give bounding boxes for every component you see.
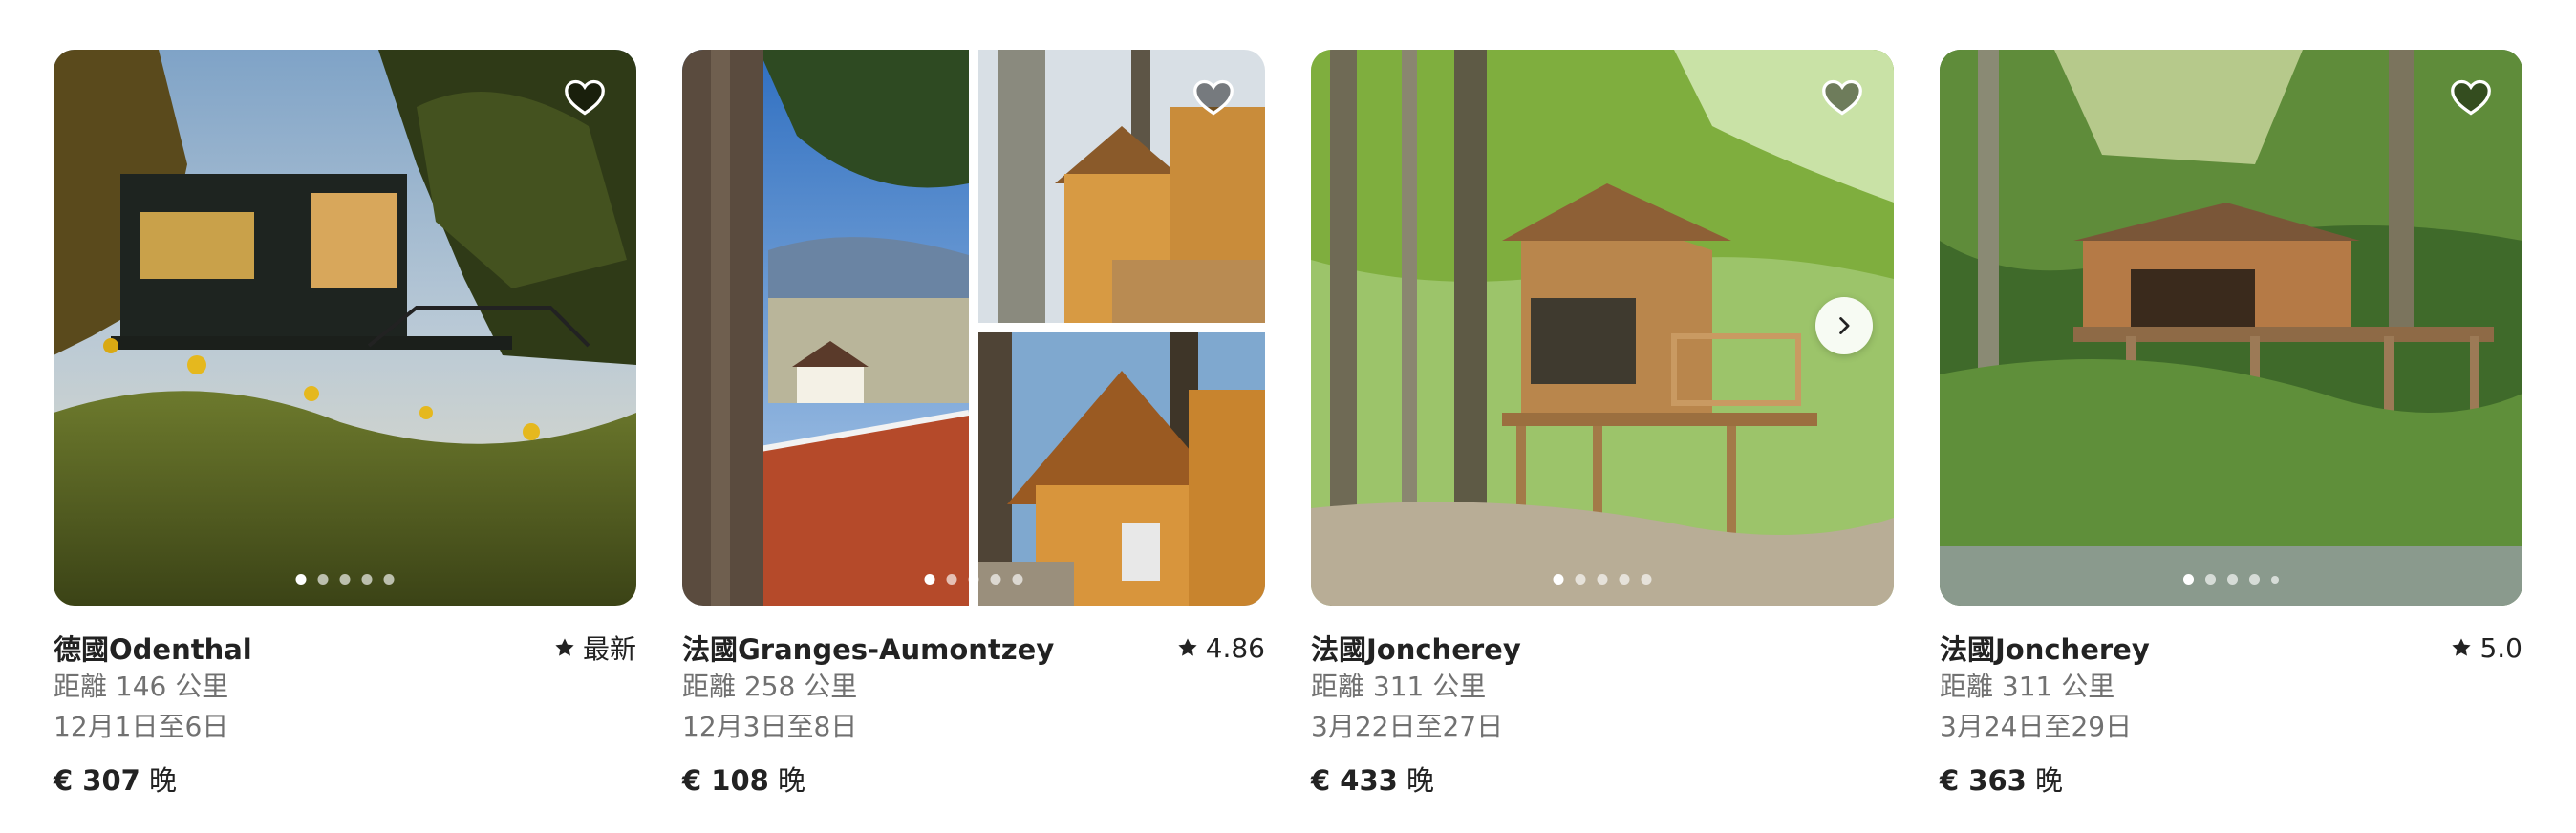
photo-tile [682,50,969,606]
photo-pagination [295,574,395,585]
pagination-dot[interactable] [946,574,957,585]
price-unit: 晚 [1406,764,1435,797]
pagination-dot[interactable] [295,574,307,585]
listing-price: € 433 晚 [1311,758,1894,799]
listing-photo[interactable] [54,50,636,606]
heart-outline-icon [565,79,605,116]
listing-dates: 12月1日至6日 [54,711,229,742]
pagination-dot[interactable] [1597,574,1608,585]
pagination-dot[interactable] [1619,574,1630,585]
pagination-dot[interactable] [361,574,373,585]
rating-value: 5.0 [2479,631,2522,664]
listing-title: 德國Odenthal [54,633,252,666]
listing-title: 法國Granges-Aumontzey [682,633,1055,666]
listing-rating: 5.0 [2451,632,2522,664]
listing-photo[interactable] [1940,50,2522,606]
listing-title: 法國Joncherey [1940,633,2150,666]
listing-card[interactable]: 法國Joncherey 5.0 距離 311 公里 3月24日至29日 € 36… [1940,50,2522,799]
listing-dates: 12月3日至8日 [682,711,858,742]
pagination-dot[interactable] [2205,574,2216,585]
price-amount: € 307 [54,764,140,797]
photo-pagination [924,574,1023,585]
listing-grid: 德國Odenthal 最新 距離 146 公里 12月1日至6日 € 307 晚 [0,0,2576,833]
listing-photo-carousel[interactable] [1311,50,1894,606]
pagination-dot[interactable] [1641,574,1652,585]
listing-photo-carousel[interactable] [54,50,636,606]
pagination-dot[interactable] [317,574,329,585]
photo-pagination [1553,574,1652,585]
star-icon [1178,638,1197,656]
listing-distance: 距離 311 公里 [1940,671,2115,702]
rating-value: 最新 [582,633,636,665]
listing-info: 法國Granges-Aumontzey 4.86 距離 258 公里 12月3日… [682,629,1265,799]
photo-pagination [2183,574,2279,585]
price-amount: € 363 [1940,764,2027,797]
favorite-button[interactable] [562,75,608,120]
pagination-dot[interactable] [968,574,979,585]
favorite-button[interactable] [1819,75,1865,120]
listing-photo-carousel[interactable] [1940,50,2522,606]
pagination-dot[interactable] [2227,574,2238,585]
listing-distance: 距離 146 公里 [54,671,229,702]
pagination-dot[interactable] [2183,574,2194,585]
listing-info: 德國Odenthal 最新 距離 146 公里 12月1日至6日 € 307 晚 [54,629,636,799]
photo-tile [978,332,1265,606]
pagination-dot[interactable] [1575,574,1586,585]
listing-dates: 3月22日至27日 [1311,711,1504,742]
listing-title: 法國Joncherey [1311,633,1521,666]
price-unit: 晚 [2035,764,2064,797]
pagination-dot[interactable] [990,574,1001,585]
price-unit: 晚 [778,764,806,797]
listing-price: € 363 晚 [1940,758,2522,799]
listing-rating: 4.86 [1177,632,1265,664]
star-icon [555,638,574,656]
pagination-dot[interactable] [383,574,395,585]
favorite-button[interactable] [2448,75,2494,120]
price-amount: € 433 [1311,764,1398,797]
pagination-dot[interactable] [924,574,935,585]
listing-card[interactable]: 法國Granges-Aumontzey 4.86 距離 258 公里 12月3日… [682,50,1265,799]
pagination-dot[interactable] [339,574,351,585]
next-photo-button[interactable] [1815,297,1873,354]
heart-outline-icon [1822,79,1862,116]
pagination-dot[interactable] [1553,574,1564,585]
listing-info: 法國Joncherey 5.0 距離 311 公里 3月24日至29日 € 36… [1940,629,2522,799]
pagination-dot[interactable] [1012,574,1023,585]
listing-price: € 307 晚 [54,758,636,799]
favorite-button[interactable] [1191,75,1236,120]
price-amount: € 108 [682,764,769,797]
listing-rating: 最新 [554,629,636,667]
price-unit: 晚 [149,764,178,797]
listing-card[interactable]: 法國Joncherey 距離 311 公里 3月22日至27日 € 433 晚 [1311,50,1894,799]
heart-outline-icon [1193,79,1234,116]
listing-card[interactable]: 德國Odenthal 最新 距離 146 公里 12月1日至6日 € 307 晚 [54,50,636,799]
chevron-right-icon [1839,317,1850,334]
star-icon [2452,638,2472,656]
heart-outline-icon [2451,79,2491,116]
listing-price: € 108 晚 [682,758,1265,799]
listing-photo[interactable] [682,50,1265,606]
listing-photo[interactable] [1311,50,1894,606]
pagination-dot[interactable] [2249,574,2260,585]
listing-distance: 距離 311 公里 [1311,671,1487,702]
listing-dates: 3月24日至29日 [1940,711,2133,742]
rating-value: 4.86 [1205,631,1265,664]
pagination-dot[interactable] [2271,575,2279,584]
listing-info: 法國Joncherey 距離 311 公里 3月22日至27日 € 433 晚 [1311,629,1894,799]
listing-distance: 距離 258 公里 [682,671,858,702]
listing-photo-carousel[interactable] [682,50,1265,606]
